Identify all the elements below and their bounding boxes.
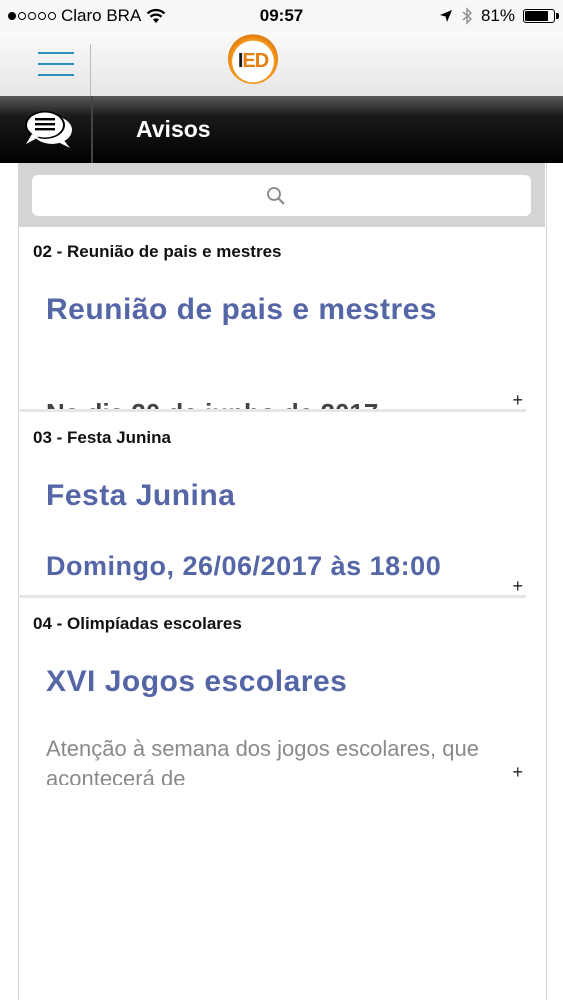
bluetooth-icon bbox=[462, 7, 473, 25]
search-bar bbox=[18, 163, 545, 227]
title-divider bbox=[91, 96, 93, 163]
status-bar: Claro BRA 09:57 81% bbox=[0, 0, 563, 32]
notice-item[interactable]: 03 - Festa Junina Festa Junina Domingo, … bbox=[18, 414, 545, 596]
item-separator bbox=[18, 595, 526, 598]
expand-plus-icon[interactable]: + bbox=[512, 762, 523, 783]
school-logo: IED bbox=[228, 34, 278, 84]
search-box[interactable] bbox=[32, 174, 531, 217]
battery-percent: 81% bbox=[480, 6, 515, 25]
notice-body: Domingo, 26/06/2017 às 18:00 bbox=[46, 551, 442, 581]
item-separator bbox=[18, 409, 526, 412]
title-bar: Avisos bbox=[0, 96, 563, 163]
expand-plus-icon[interactable]: + bbox=[512, 576, 523, 596]
notice-title: XVI Jogos escolares bbox=[46, 665, 348, 698]
notice-header: 02 - Reunião de pais e mestres bbox=[33, 242, 282, 261]
chat-bubbles-icon[interactable] bbox=[22, 108, 76, 150]
notice-body: Atenção à semana dos jogos escolares, qu… bbox=[46, 736, 479, 785]
notice-item[interactable]: 04 - Olimpíadas escolares XVI Jogos esco… bbox=[18, 600, 545, 785]
notice-header: 03 - Festa Junina bbox=[33, 428, 171, 447]
page-title: Avisos bbox=[136, 116, 211, 142]
logo-text-right: ED bbox=[242, 49, 269, 72]
status-right: 81% bbox=[439, 6, 559, 26]
notice-item[interactable]: 02 - Reunião de pais e mestres Reunião d… bbox=[18, 228, 545, 410]
battery-icon bbox=[523, 9, 559, 23]
location-arrow-icon bbox=[439, 10, 452, 22]
search-icon bbox=[267, 187, 285, 205]
expand-plus-icon[interactable]: + bbox=[512, 390, 523, 410]
hamburger-menu-icon[interactable] bbox=[38, 52, 74, 82]
notice-header: 04 - Olimpíadas escolares bbox=[33, 614, 242, 633]
app-header: IED bbox=[0, 32, 563, 96]
header-divider bbox=[90, 44, 91, 96]
notice-title: Festa Junina bbox=[46, 479, 236, 512]
notice-title: Reunião de pais e mestres bbox=[46, 293, 437, 326]
